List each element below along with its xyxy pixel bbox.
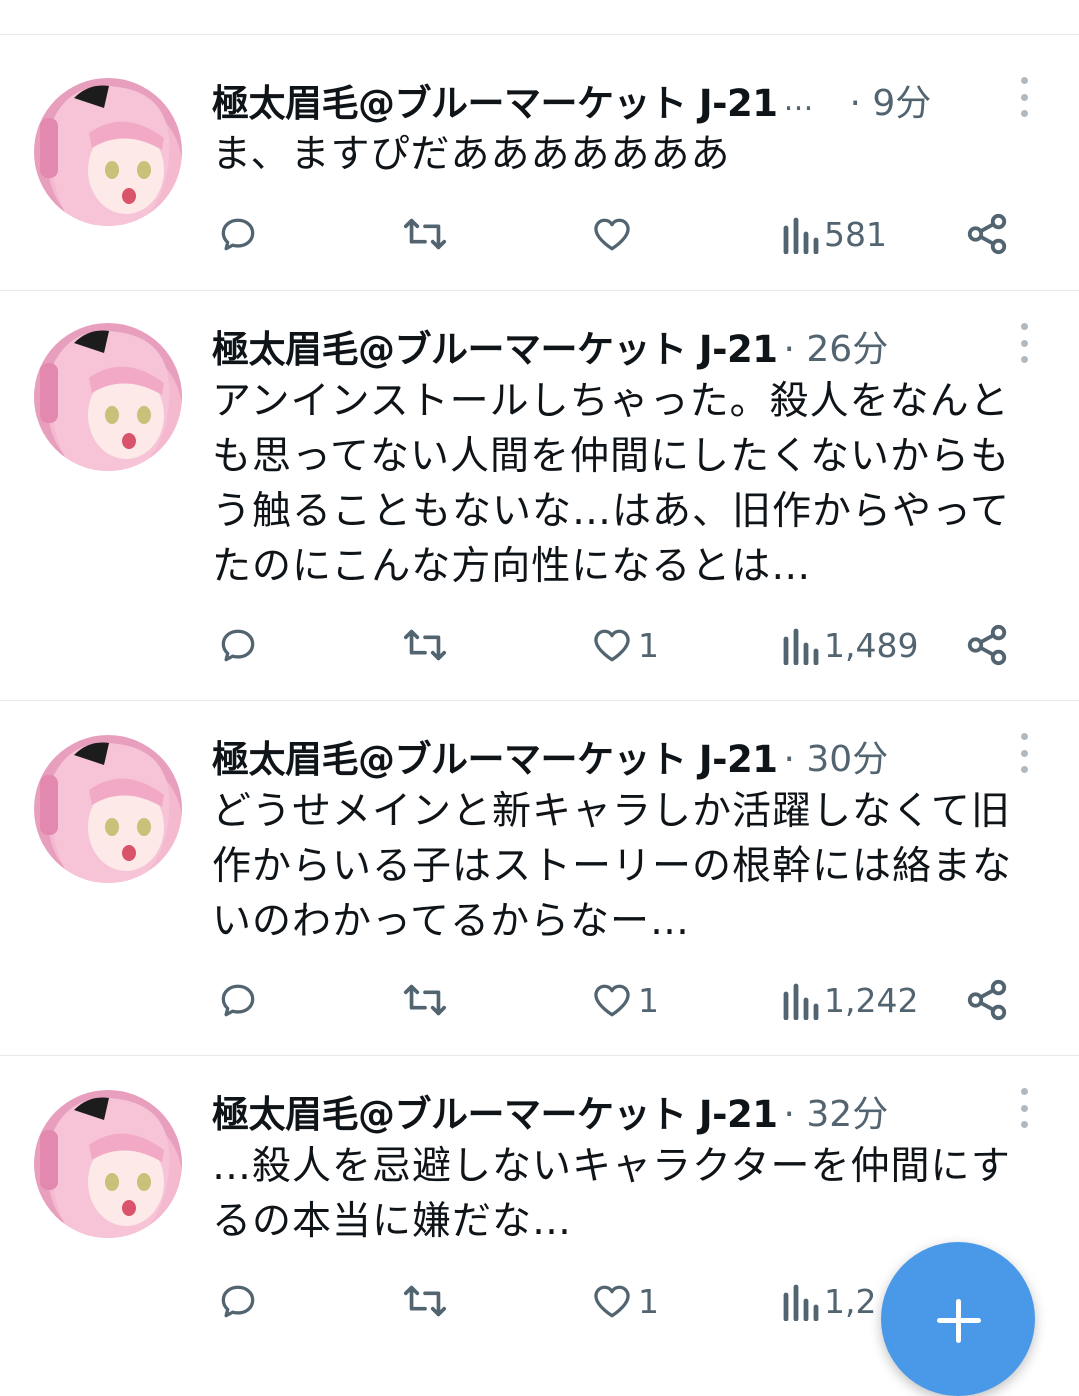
avatar[interactable]	[34, 323, 182, 471]
tweet-text-line: 作からいる子はストーリーの根幹には絡まな	[212, 844, 1013, 889]
views-count: 1,2	[824, 1281, 877, 1321]
retweet-button[interactable]	[400, 209, 454, 259]
tweet-actions: 581	[0, 209, 1079, 259]
more-options-icon[interactable]	[1014, 1088, 1034, 1128]
more-options-icon[interactable]	[1014, 733, 1034, 773]
tweet-actions: 1 1,489	[0, 620, 1079, 670]
retweet-arrows-icon	[403, 629, 447, 661]
views-count: 581	[824, 214, 887, 254]
like-count: 1	[638, 1281, 659, 1321]
tweet-text-line: いのわかってるからなー…	[212, 899, 691, 944]
bar-chart-icon	[783, 217, 819, 254]
views-button[interactable]: 1,242	[780, 975, 918, 1025]
tweet-text: どうせメインと新キャラしか活躍しなくて旧 作からいる子はストーリーの根幹には絡ま…	[212, 784, 1042, 949]
tweet-text-line: アンインストールしちゃった。殺人をなんと	[212, 379, 1010, 424]
tweet-header: 極太眉毛@ブルーマーケット J-21 · 30分	[212, 731, 888, 781]
author-name[interactable]: 極太眉毛@ブルーマーケット J-21	[212, 73, 778, 127]
tweet-actions: 1 1,242	[0, 975, 1079, 1025]
compose-tweet-button[interactable]	[881, 1242, 1035, 1396]
tweet-timestamp[interactable]: · 9分	[850, 74, 932, 126]
views-button[interactable]: 1,2	[780, 1276, 876, 1326]
tweet-header: 極太眉毛@ブルーマーケット J-21 · 32分	[212, 1086, 888, 1136]
heart-icon	[594, 629, 630, 662]
tweet-text-line: どうせメインと新キャラしか活躍しなくて旧	[212, 789, 1011, 834]
share-nodes-icon	[967, 624, 1007, 666]
share-button[interactable]	[964, 209, 1010, 259]
tweet-text: …殺人を忌避しないキャラクターを仲間にす るの本当に嫌だな…	[212, 1139, 1042, 1249]
tweet-header: 極太眉毛@ブルーマーケット J-21 … · 9分	[212, 75, 931, 125]
bar-chart-icon	[783, 983, 819, 1020]
reply-bubble-icon	[221, 1285, 255, 1318]
share-nodes-icon	[967, 213, 1007, 255]
tweet-timestamp[interactable]: · 32分	[784, 1085, 889, 1137]
author-name[interactable]: 極太眉毛@ブルーマーケット J-21	[212, 729, 778, 783]
retweet-arrows-icon	[403, 1285, 447, 1317]
heart-icon	[594, 984, 630, 1017]
like-button[interactable]: 1	[590, 620, 659, 670]
views-count: 1,489	[824, 625, 919, 665]
reply-button[interactable]	[216, 620, 264, 670]
retweet-button[interactable]	[400, 1276, 454, 1326]
reply-button[interactable]	[216, 975, 264, 1025]
tweet[interactable]: 極太眉毛@ブルーマーケット J-21 · 30分 どうせメインと新キャラしか活躍…	[0, 701, 1079, 1056]
tweet-text: ま、ますぴだあああああああ	[212, 127, 1042, 182]
tweet-header: 極太眉毛@ブルーマーケット J-21 · 26分	[212, 321, 888, 371]
share-button[interactable]	[964, 975, 1010, 1025]
like-button[interactable]: 1	[590, 975, 659, 1025]
tweet-text-line: るの本当に嫌だな…	[212, 1199, 573, 1244]
tweet[interactable]: 極太眉毛@ブルーマーケット J-21 · 26分 アンインストールしちゃった。殺…	[0, 291, 1079, 701]
tweet-timestamp[interactable]: · 30分	[784, 730, 889, 782]
avatar[interactable]	[34, 1090, 182, 1238]
reply-button[interactable]	[216, 1276, 264, 1326]
more-options-icon[interactable]	[1014, 323, 1034, 363]
tweet-text-line: たのにこんな方向性になるとは…	[212, 544, 812, 589]
more-options-icon[interactable]	[1014, 77, 1034, 117]
views-button[interactable]: 1,489	[780, 620, 918, 670]
retweet-button[interactable]	[400, 620, 454, 670]
bar-chart-icon	[783, 628, 819, 665]
share-button[interactable]	[964, 620, 1010, 670]
tweet-timestamp[interactable]: · 26分	[784, 320, 889, 372]
retweet-arrows-icon	[403, 218, 447, 250]
tweet-text-line: ま、ますぴだあああああああ	[212, 132, 731, 177]
reply-button[interactable]	[216, 209, 264, 259]
like-button[interactable]: 1	[590, 1276, 659, 1326]
tweet-text-line: …殺人を忌避しないキャラクターを仲間にす	[212, 1144, 1011, 1189]
avatar[interactable]	[34, 78, 182, 226]
heart-icon	[594, 1285, 630, 1318]
views-count: 1,242	[824, 980, 919, 1020]
like-count: 1	[638, 980, 659, 1020]
tweet[interactable]: 極太眉毛@ブルーマーケット J-21 … · 9分 ま、ますぴだあああああああ …	[0, 35, 1079, 291]
tweet-text-line: う触ることもないな…はあ、旧作からやって	[212, 489, 1011, 534]
retweet-arrows-icon	[403, 984, 447, 1016]
tweet-text-line: も思ってない人間を仲間にしたくないからも	[212, 434, 1011, 479]
tweet-text: アンインストールしちゃった。殺人をなんと も思ってない人間を仲間にしたくないから…	[212, 374, 1042, 594]
like-count: 1	[638, 625, 659, 665]
name-truncation: …	[783, 82, 814, 118]
views-button[interactable]: 581	[780, 209, 887, 259]
heart-icon	[594, 218, 630, 251]
author-name[interactable]: 極太眉毛@ブルーマーケット J-21	[212, 319, 778, 373]
avatar[interactable]	[34, 735, 182, 883]
like-button[interactable]	[590, 209, 638, 259]
retweet-button[interactable]	[400, 975, 454, 1025]
bar-chart-icon	[783, 1284, 819, 1321]
reply-bubble-icon	[221, 984, 255, 1017]
reply-bubble-icon	[221, 629, 255, 662]
share-nodes-icon	[967, 979, 1007, 1021]
reply-bubble-icon	[221, 218, 255, 251]
author-name[interactable]: 極太眉毛@ブルーマーケット J-21	[212, 1084, 778, 1138]
